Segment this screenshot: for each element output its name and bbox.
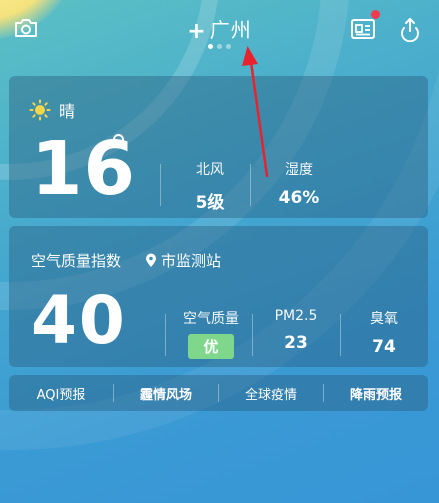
sun-icon [29,99,51,121]
page-indicator [208,44,231,49]
humidity-value: 46% [278,188,320,208]
quality-stat: 空气质量 优 [171,308,251,359]
ozone-label: 臭氧 [370,311,398,327]
news-button[interactable] [346,10,380,46]
weather-condition: 晴 [29,98,75,122]
link-rain-forecast[interactable]: 降雨预报 [324,384,428,403]
wind-stat: 北风 5级 [172,159,248,213]
link-global-epidemic[interactable]: 全球疫情 [219,384,323,403]
share-icon [401,18,419,42]
humidity-stat: 湿度 46% [261,159,337,208]
aqi-title: 空气质量指数 [31,252,122,270]
weather-card[interactable]: 晴 16 北风 5级 湿度 46% [9,76,428,218]
quick-links-bar: AQI预报 霾情风场 全球疫情 降雨预报 [9,375,428,411]
station-name: 市监测站 [161,252,222,270]
pm25-label: PM2.5 [274,308,318,324]
divider [252,314,253,356]
divider [250,164,251,206]
divider [165,314,166,356]
divider [340,314,341,356]
condition-text: 晴 [59,102,76,121]
quality-badge: 优 [188,334,234,359]
ozone-stat: 臭氧 74 [347,308,421,357]
link-aqi-forecast[interactable]: AQI预报 [9,384,113,403]
top-bar: + 广州 [0,0,439,56]
notification-dot [371,10,380,19]
air-quality-card[interactable]: 空气质量指数 市监测站 40 空气质量 优 PM2.5 23 臭氧 74 [9,226,428,367]
page-dot [217,44,222,49]
link-haze-wind[interactable]: 霾情风场 [114,384,218,403]
page-dot [208,44,213,49]
news-icon [351,19,375,39]
divider [160,164,161,206]
humidity-label: 湿度 [285,162,313,178]
quality-label: 空气质量 [183,311,239,327]
ozone-value: 74 [372,337,396,357]
city-name[interactable]: 广州 [210,18,252,42]
wind-label: 北风 [196,162,224,178]
monitoring-station[interactable]: 市监测站 [145,250,221,271]
pm25-value: 23 [284,333,308,353]
page-dot [226,44,231,49]
degree-symbol [113,134,124,145]
share-button[interactable] [393,12,427,46]
aqi-value: 40 [31,282,127,359]
pm25-stat: PM2.5 23 [259,308,333,353]
add-city-icon[interactable]: + [187,19,205,44]
location-pin-icon [146,253,156,267]
wind-value: 5级 [195,193,225,213]
